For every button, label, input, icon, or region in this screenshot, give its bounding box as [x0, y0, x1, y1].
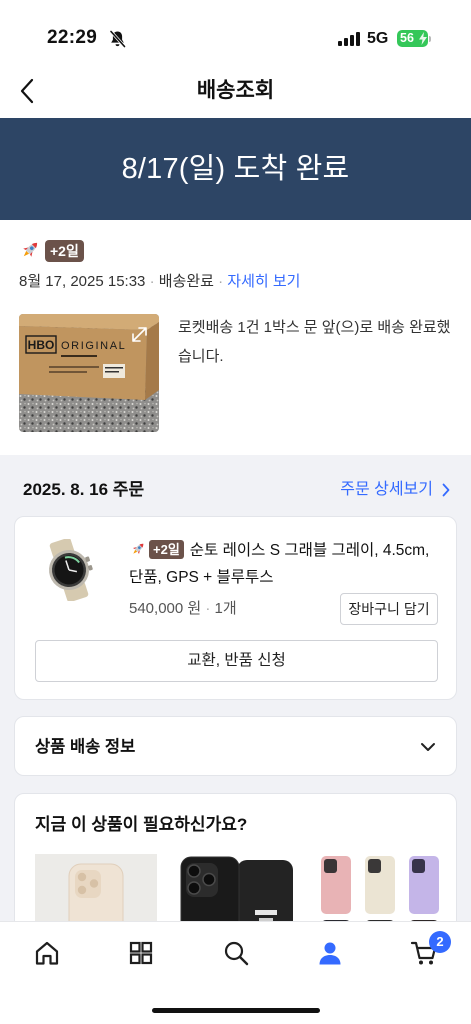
- product-title[interactable]: +2일 순토 레이스 S 그래블 그레이, 4.5cm, 단품, GPS + 블루…: [129, 537, 443, 591]
- detail-link[interactable]: 자세히 보기: [227, 273, 300, 290]
- header: 배송조회: [0, 62, 471, 118]
- shipping-info-accordion[interactable]: 상품 배송 정보: [14, 716, 457, 776]
- arrival-banner: 8/17(일) 도착 완료: [0, 118, 471, 220]
- product-quantity: 1개: [214, 600, 237, 617]
- delivery-badge: +2일: [149, 540, 184, 559]
- photo-label-line: ORIGINAL: [61, 340, 126, 352]
- status-bar: 22:29 5G 56: [0, 0, 471, 62]
- signal-icon: [338, 32, 360, 46]
- delivery-badge: +2일: [45, 240, 84, 262]
- rocket-icon: [132, 543, 144, 555]
- rocket-icon: [18, 238, 42, 262]
- chevron-right-icon: [442, 483, 450, 497]
- battery-level: 56: [400, 31, 414, 45]
- category-icon[interactable]: [127, 939, 155, 967]
- delivery-datetime: 8월 17, 2025 15:33: [19, 273, 146, 290]
- battery-cap: [429, 36, 431, 42]
- add-to-cart-button[interactable]: 장바구니 담기: [340, 593, 438, 625]
- photo-label-brand: HBO: [28, 338, 55, 352]
- order-date: 2025. 8. 16 주문: [23, 480, 145, 499]
- separator: ·: [218, 273, 224, 290]
- search-icon[interactable]: [222, 939, 250, 967]
- product-card: +2일 순토 레이스 S 그래블 그레이, 4.5cm, 단품, GPS + 블루…: [14, 516, 457, 700]
- delivery-photo[interactable]: HBO ORIGINAL: [19, 314, 159, 432]
- shipping-info-title: 상품 배송 정보: [35, 738, 136, 756]
- bottom-nav: 2: [0, 922, 471, 1024]
- separator: ·: [149, 273, 155, 290]
- delivery-info-line: 8월 17, 2025 15:33 · 배송완료 · 자세히 보기: [19, 272, 300, 292]
- delivery-message: 로켓배송 1건 1박스 문 앞(으)로 배송 완료했습니다.: [178, 319, 451, 365]
- network-type: 5G: [367, 30, 389, 47]
- home-indicator: [152, 1008, 320, 1013]
- my-page-icon[interactable]: [316, 939, 344, 967]
- recommendation-title: 지금 이 상품이 필요하신가요?: [35, 815, 248, 834]
- battery-icon: 56: [397, 30, 428, 47]
- delivery-status: 배송완료: [158, 273, 214, 290]
- charging-bolt-icon: [419, 32, 427, 45]
- product-image[interactable]: [39, 539, 101, 601]
- price-quantity: 540,000 원 · 1개: [129, 599, 237, 619]
- page-title: 배송조회: [196, 79, 275, 102]
- cart-count-badge: 2: [429, 931, 451, 953]
- separator: ·: [205, 600, 211, 617]
- product-price: 540,000 원: [129, 600, 202, 617]
- order-detail-link[interactable]: 주문 상세보기: [340, 479, 450, 501]
- return-exchange-button[interactable]: 교환, 반품 신청: [35, 640, 438, 682]
- order-detail-label: 주문 상세보기: [340, 481, 433, 498]
- status-time: 22:29: [47, 27, 98, 48]
- parcel-box: HBO ORIGINAL: [19, 314, 159, 400]
- home-icon[interactable]: [33, 939, 61, 967]
- chevron-down-icon: [420, 742, 436, 752]
- bell-slash-icon: [109, 30, 126, 48]
